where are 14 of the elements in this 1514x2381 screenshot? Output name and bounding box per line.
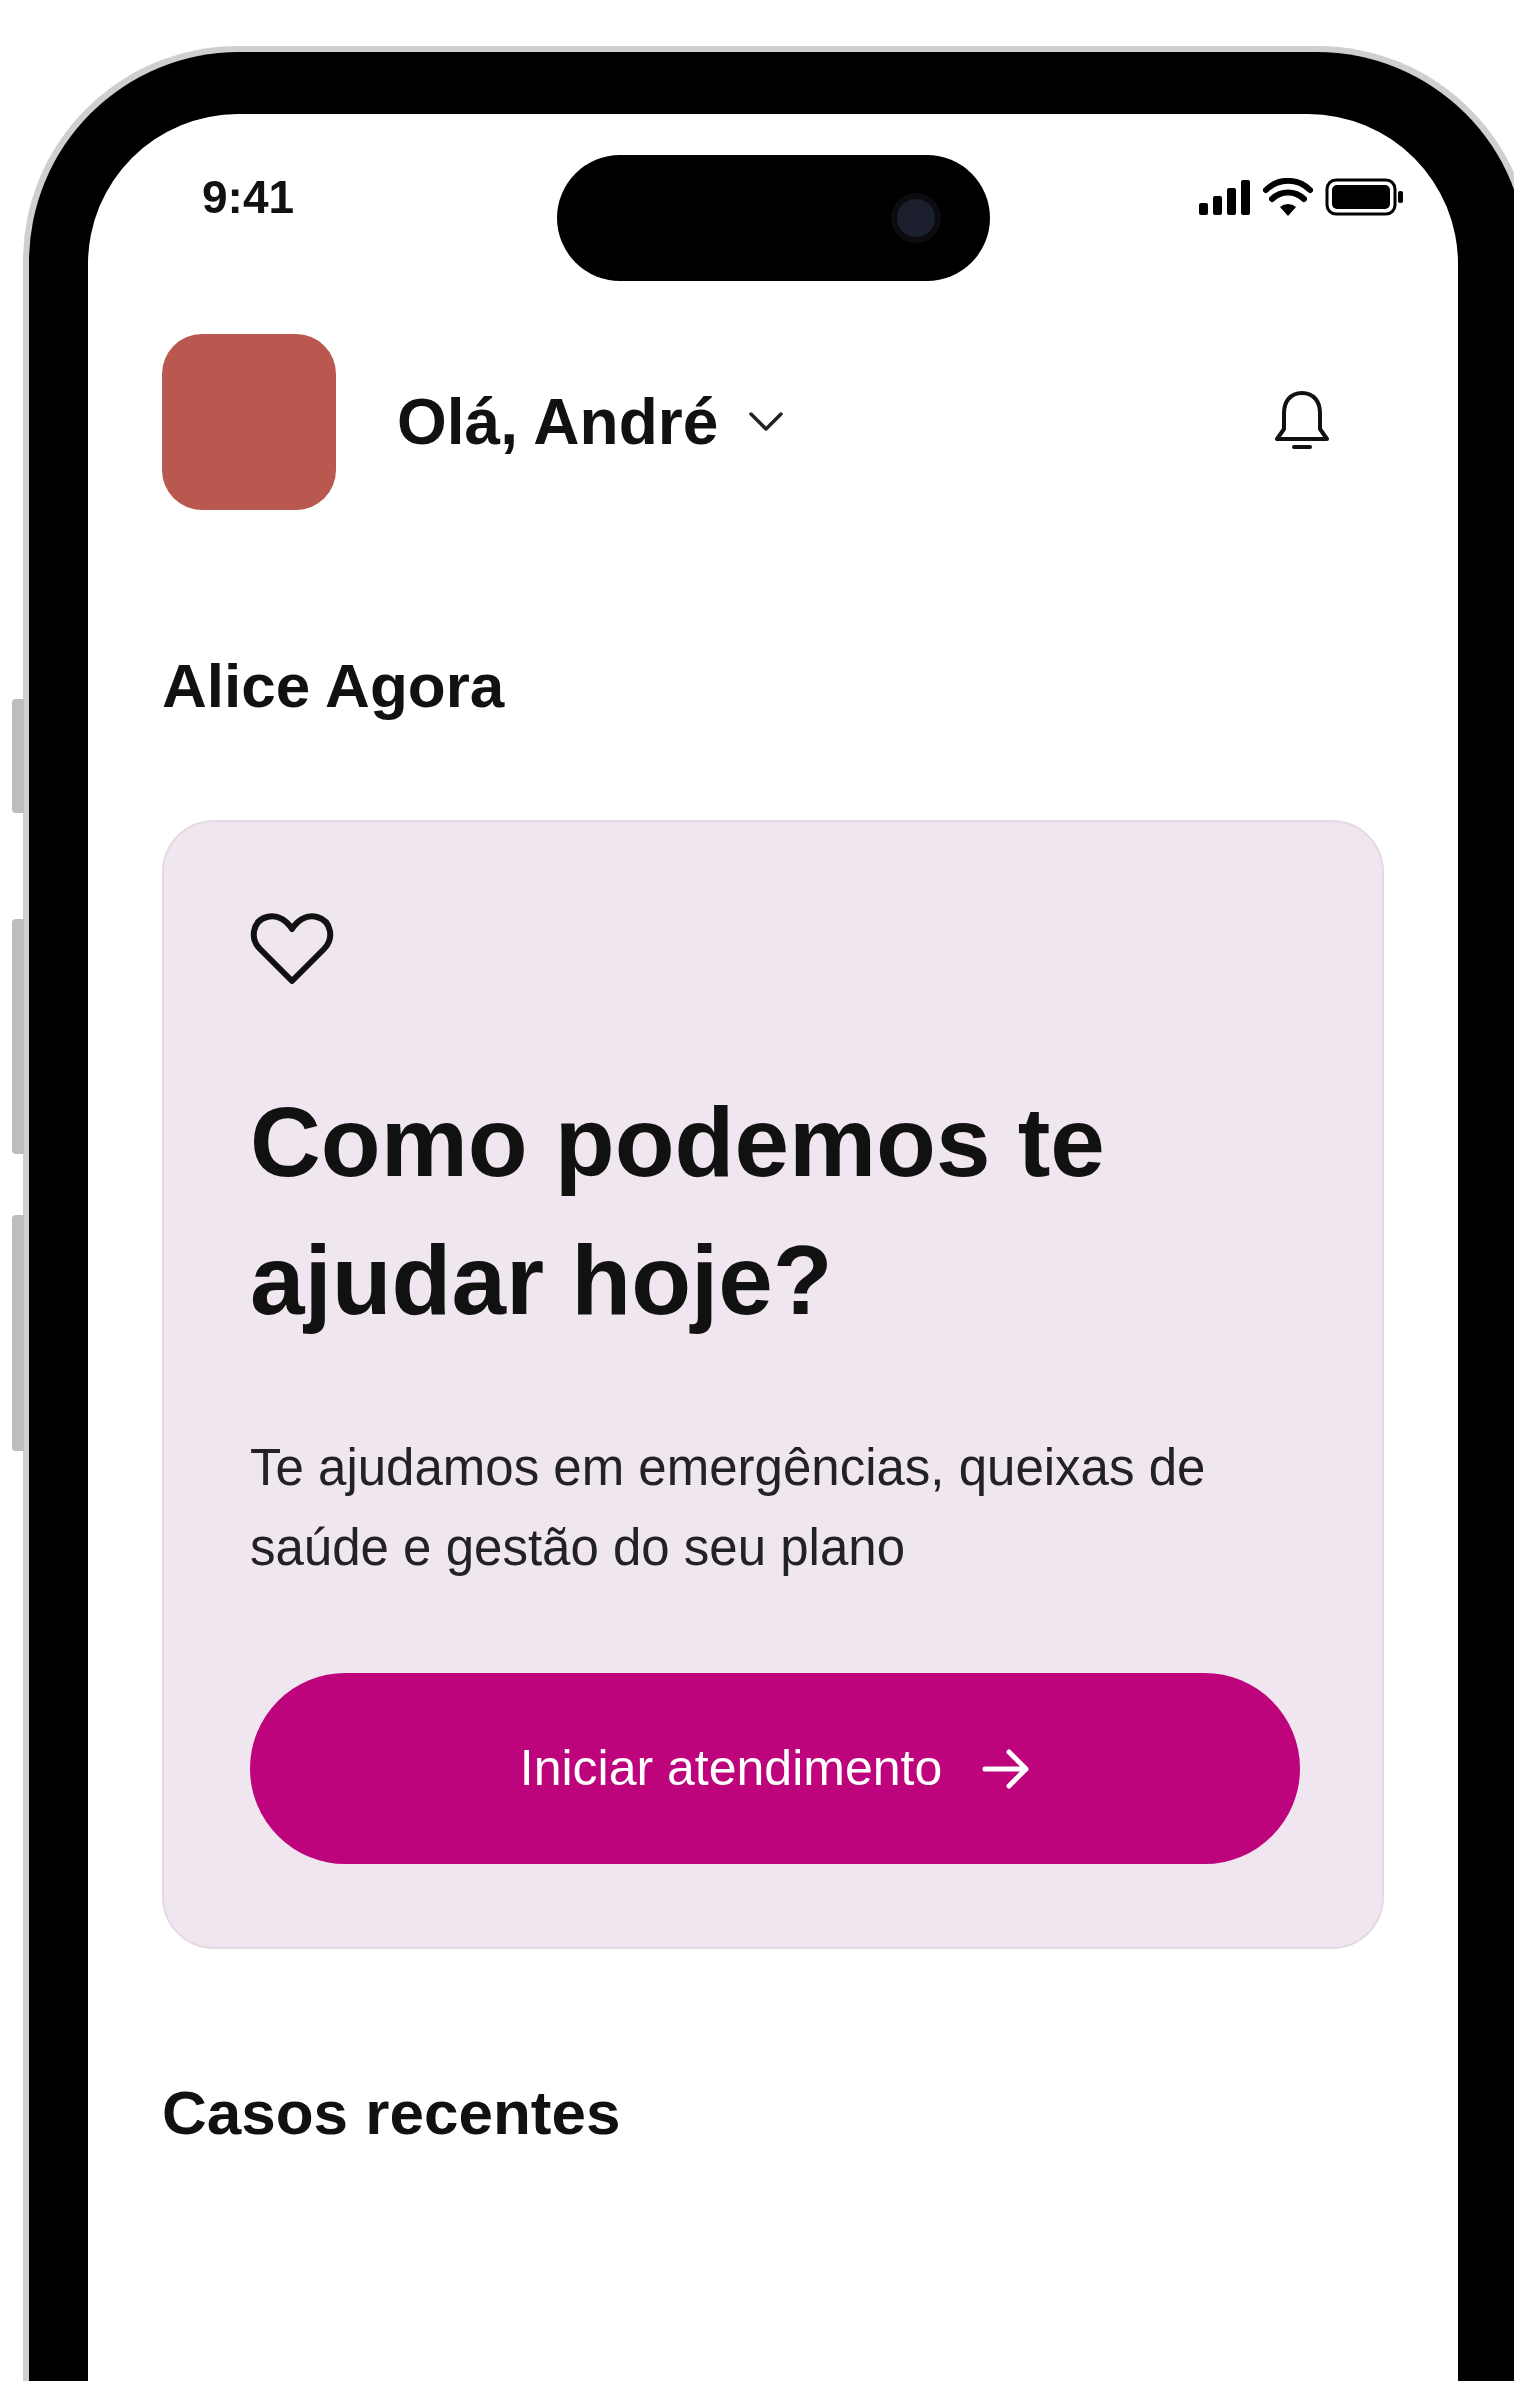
avatar-placeholder[interactable]	[162, 334, 336, 510]
card-description: Te ajudamos em emergências, queixas de saúde e gestão do seu plano	[250, 1438, 1207, 1578]
status-time: 9:41	[202, 169, 295, 225]
section-title: Alice Agora	[162, 650, 506, 722]
start-service-button[interactable]: Iniciar atendimento	[250, 1673, 1300, 1864]
arrow-right-icon	[982, 1748, 1031, 1789]
greeting-text: Olá, André	[397, 385, 719, 460]
wifi-icon	[1263, 178, 1313, 216]
signal-icon	[1199, 179, 1251, 215]
chevron-down-icon[interactable]	[748, 411, 785, 433]
section-title: Casos recentes	[162, 2077, 622, 2149]
card-title: Como podemos te ajudar hoje?	[250, 1086, 1106, 1337]
battery-icon	[1325, 178, 1405, 216]
heart-icon	[250, 911, 334, 987]
